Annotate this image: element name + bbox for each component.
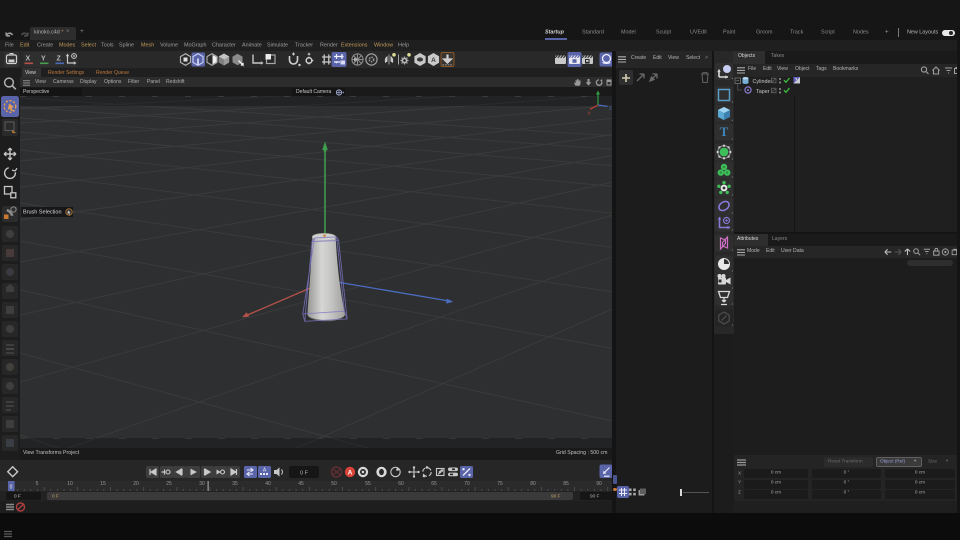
svg-text:Z: Z (57, 56, 62, 63)
svg-text:Cylinder: Cylinder (753, 78, 773, 84)
svg-text:Taper: Taper (756, 88, 770, 94)
svg-text:T: T (720, 124, 729, 139)
svg-text:X: X (588, 111, 591, 116)
svg-text:A: A (348, 469, 353, 476)
svg-text:0: 0 (10, 485, 13, 491)
svg-text:Y: Y (41, 56, 46, 63)
svg-text:X: X (26, 56, 31, 63)
svg-text:A: A (431, 57, 436, 64)
svg-text:0 F: 0 F (300, 471, 309, 477)
